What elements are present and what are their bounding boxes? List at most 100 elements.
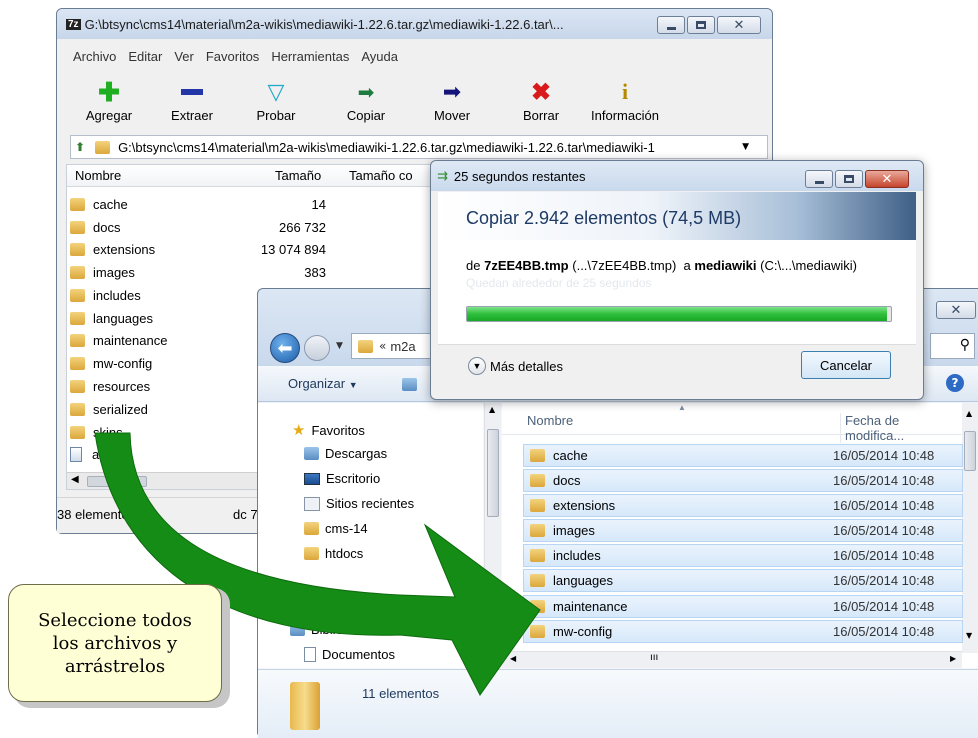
explorer-search-box[interactable]: ⚲ xyxy=(930,333,975,359)
probar-button[interactable]: ▽ Probar xyxy=(241,79,311,123)
item-name: mw-config xyxy=(93,355,153,371)
cancel-button[interactable]: Cancelar xyxy=(801,351,891,379)
nav-item-cms-14[interactable]: cms-14 xyxy=(304,521,368,536)
scroll-down-icon[interactable]: ▼ xyxy=(966,631,972,640)
item-name: api.ph xyxy=(92,446,128,462)
table-row[interactable]: includes 16/05/2014 10:48 xyxy=(523,544,963,567)
more-details-label: Más detalles xyxy=(490,358,563,374)
table-row[interactable]: images 16/05/2014 10:48 xyxy=(523,519,963,542)
scroll-thumb[interactable] xyxy=(87,476,147,487)
menu-editar[interactable]: Editar xyxy=(128,49,162,64)
col-packed[interactable]: Tamaño co xyxy=(349,168,413,183)
copiar-button[interactable]: ➡ Copiar xyxy=(331,80,401,124)
nav-favorites[interactable]: ★ Favoritos xyxy=(292,421,365,439)
folder-icon xyxy=(70,197,85,211)
breadcrumb-overflow[interactable]: « xyxy=(379,339,386,353)
borrar-button[interactable]: ✖ Borrar xyxy=(506,79,576,124)
scroll-up-icon[interactable]: ▲ xyxy=(489,405,495,414)
help-icon[interactable]: ? xyxy=(946,374,964,392)
include-library-icon[interactable] xyxy=(402,378,417,391)
forward-button[interactable] xyxy=(304,335,330,361)
nav-item-descargas[interactable]: Descargas xyxy=(304,446,387,461)
scroll-up-icon[interactable]: ▲ xyxy=(966,409,972,418)
list-item[interactable]: api.ph xyxy=(70,443,230,465)
col-size[interactable]: Tamaño xyxy=(275,168,321,183)
table-row[interactable]: docs 16/05/2014 10:48 xyxy=(523,469,963,492)
sevenzip-menubar: Archivo Editar Ver Favoritos Herramienta… xyxy=(73,49,398,64)
explorer-close-button[interactable]: ✕ xyxy=(936,301,976,319)
scroll-right-icon[interactable]: ▶ xyxy=(950,654,956,663)
col-name[interactable]: Nombre xyxy=(527,413,573,428)
extraer-button[interactable]: Extraer xyxy=(157,80,227,123)
menu-ayuda[interactable]: Ayuda xyxy=(361,49,398,64)
col-date[interactable]: Fecha de modifica... xyxy=(840,413,962,443)
sevenzip-hscrollbar[interactable]: ◀ xyxy=(67,472,257,489)
sort-indicator-icon: ▲ xyxy=(678,403,686,412)
close-button[interactable]: ✕ xyxy=(717,16,761,34)
folder-icon xyxy=(70,333,85,347)
scroll-thumb[interactable] xyxy=(487,429,499,517)
note-text: Seleccione todos los archivos y arrástre… xyxy=(38,609,192,677)
menu-favoritos[interactable]: Favoritos xyxy=(206,49,259,64)
borrar-label: Borrar xyxy=(522,108,560,123)
dialog-close-button[interactable]: ✕ xyxy=(865,170,909,188)
file-list-header: ▲ Nombre Fecha de modifica... xyxy=(502,403,962,443)
dialog-minimize-button[interactable] xyxy=(805,170,833,188)
nav-scrollbar[interactable]: ▲ ▼ xyxy=(484,403,501,668)
table-row[interactable]: languages 16/05/2014 10:48 xyxy=(523,569,963,592)
maximize-button[interactable] xyxy=(687,16,715,34)
minimize-icon xyxy=(814,180,824,184)
recent-pages-icon[interactable]: ▼ xyxy=(336,341,343,351)
nav-libraries[interactable]: Bibliotecas xyxy=(290,622,374,637)
col-name[interactable]: Nombre xyxy=(75,168,121,183)
table-row[interactable]: maintenance 16/05/2014 10:48 xyxy=(523,595,963,618)
file-list-vscrollbar[interactable]: ▲ ▼ xyxy=(962,403,978,653)
table-row[interactable]: mw-config 16/05/2014 10:48 xyxy=(523,620,963,643)
menu-archivo[interactable]: Archivo xyxy=(73,49,116,64)
scroll-left-icon[interactable]: ◀ xyxy=(510,654,516,663)
nav-item-htdocs[interactable]: htdocs xyxy=(304,546,363,561)
breadcrumb[interactable]: m2a xyxy=(390,339,415,354)
list-item[interactable]: docs 266 732 xyxy=(70,216,326,238)
nav-item-documentos[interactable]: Documentos xyxy=(304,647,395,662)
organize-button[interactable]: Organizar ▼ xyxy=(288,376,358,391)
sevenzip-app-icon: 7z xyxy=(66,18,81,30)
dest-dir[interactable]: mediawiki xyxy=(694,258,756,273)
file-list-hscrollbar[interactable]: ◀ ııı ▶ xyxy=(502,651,962,668)
explorer-address-bar[interactable]: « m2a xyxy=(351,333,431,359)
scroll-down-icon[interactable]: ▼ xyxy=(489,653,495,662)
mover-button[interactable]: ➡ Mover xyxy=(417,79,487,123)
menu-herramientas[interactable]: Herramientas xyxy=(271,49,349,64)
nav-item-escritorio[interactable]: Escritorio xyxy=(304,471,380,486)
minimize-button[interactable] xyxy=(657,16,685,34)
up-folder-icon[interactable]: ⬆ xyxy=(75,140,85,154)
more-details-toggle[interactable]: ▼ Más detalles xyxy=(468,357,563,375)
agregar-button[interactable]: ✚ Agregar xyxy=(74,77,144,124)
scroll-thumb[interactable] xyxy=(964,431,976,471)
table-row[interactable]: extensions 16/05/2014 10:48 xyxy=(523,494,963,517)
list-item[interactable]: images 383 xyxy=(70,261,326,283)
copy-dialog-footer: ▼ Más detalles Cancelar xyxy=(438,344,916,390)
star-icon: ★ xyxy=(292,422,306,439)
nav-item-sitios-recientes[interactable]: Sitios recientes xyxy=(304,496,414,511)
scroll-left-icon[interactable]: ◀ xyxy=(71,474,79,485)
sevenzip-address-bar[interactable]: ⬆ G:\btsync\cms14\material\m2a-wikis\med… xyxy=(70,135,768,159)
check-icon: ▽ xyxy=(267,79,285,104)
chevron-down-icon[interactable]: ▼ xyxy=(742,142,749,152)
nav-item-label: Descargas xyxy=(325,446,388,461)
list-item[interactable]: cache 14 xyxy=(70,193,326,215)
menu-ver[interactable]: Ver xyxy=(174,49,194,64)
sevenzip-titlebar[interactable]: 7z G:\btsync\cms14\material\m2a-wikis\me… xyxy=(57,9,772,39)
file-date: 16/05/2014 10:48 xyxy=(833,498,935,513)
time-remaining: Quedan alrededor de 25 segundos xyxy=(466,276,652,290)
dialog-maximize-button[interactable] xyxy=(835,170,863,188)
file-date: 16/05/2014 10:48 xyxy=(833,624,935,639)
list-item[interactable]: extensions 13 074 894 xyxy=(70,238,326,260)
folder-icon xyxy=(530,449,545,462)
back-arrow-icon: ⬅ xyxy=(277,337,293,359)
back-button[interactable]: ⬅ xyxy=(270,333,300,363)
libraries-icon xyxy=(290,623,305,636)
informacion-button[interactable]: i Información xyxy=(585,79,665,123)
table-row[interactable]: cache 16/05/2014 10:48 xyxy=(523,444,963,467)
close-icon: ✕ xyxy=(733,17,745,33)
